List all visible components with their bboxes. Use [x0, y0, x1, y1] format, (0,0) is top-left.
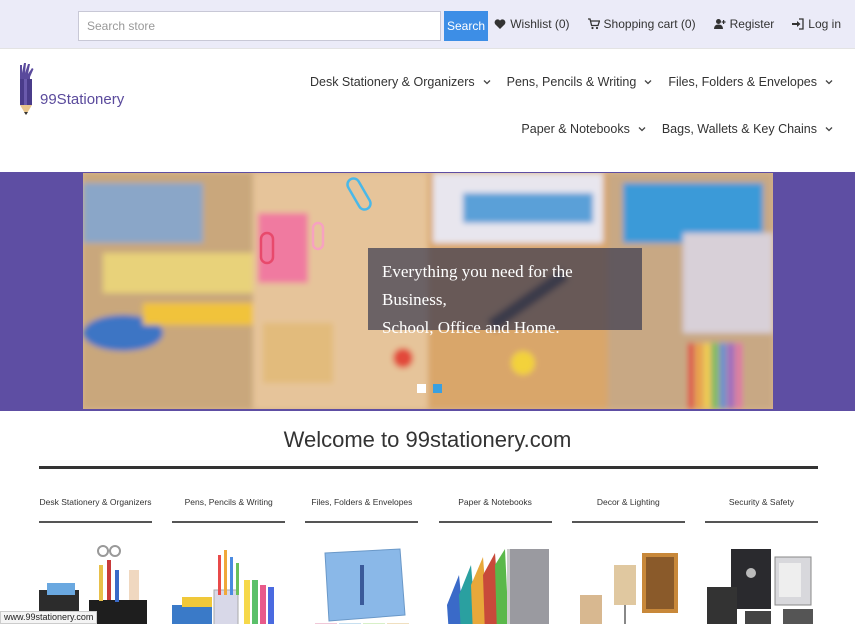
- nav-label: Pens, Pencils & Writing: [506, 75, 637, 89]
- nav-label: Files, Folders & Envelopes: [668, 75, 817, 89]
- category-label: Decor & Lighting: [596, 497, 660, 507]
- hero-caption-line-2: School, Office and Home.: [382, 318, 560, 337]
- nav-pens-pencils[interactable]: Pens, Pencils & Writing: [507, 75, 653, 89]
- cart-icon: [587, 18, 600, 30]
- nav-label: Desk Stationery & Organizers: [309, 75, 475, 89]
- logo[interactable]: 99Stationery: [16, 61, 124, 117]
- hero-image[interactable]: Everything you need for the Business, Sc…: [83, 173, 773, 409]
- sign-in-icon: [792, 18, 804, 30]
- category-divider: [172, 521, 286, 523]
- top-bar: Search Wishlist (0) Shopping cart (0) Re…: [0, 0, 855, 48]
- header-links: Wishlist (0) Shopping cart (0) Register …: [494, 17, 841, 31]
- nav-files-folders[interactable]: Files, Folders & Envelopes: [668, 75, 833, 89]
- chevron-down-icon: [638, 127, 646, 132]
- category-decor-lighting[interactable]: Decor & Lighting: [571, 497, 685, 624]
- nav-label: Paper & Notebooks: [521, 122, 630, 136]
- hero-caption: Everything you need for the Business, Sc…: [368, 248, 642, 337]
- category-desk-stationery[interactable]: Desk Stationery & Organizers: [39, 497, 152, 624]
- category-image[interactable]: [439, 545, 552, 624]
- category-label: Desk Stationery & Organizers: [39, 497, 152, 507]
- main-nav: Desk Stationery & Organizers Pens, Penci…: [273, 75, 833, 136]
- nav-bags-wallets[interactable]: Bags, Wallets & Key Chains: [662, 122, 833, 136]
- category-image[interactable]: [572, 545, 685, 624]
- category-security-safety[interactable]: Security & Safety: [704, 497, 818, 624]
- category-divider: [39, 521, 152, 523]
- slider-dot-2[interactable]: [433, 384, 442, 393]
- shopping-cart-link[interactable]: Shopping cart (0): [587, 17, 696, 31]
- chevron-down-icon: [644, 80, 652, 85]
- chevron-down-icon: [825, 80, 833, 85]
- wishlist-label: Wishlist (0): [510, 17, 570, 31]
- nav-desk-stationery[interactable]: Desk Stationery & Organizers: [310, 75, 491, 89]
- category-label: Pens, Pencils & Writing: [184, 497, 273, 507]
- search-input[interactable]: [78, 11, 441, 41]
- category-grid: Desk Stationery & Organizers Pens, Penci…: [39, 497, 818, 624]
- category-label: Paper & Notebooks: [458, 497, 532, 507]
- category-divider: [438, 521, 552, 523]
- status-bar-url: www.99stationery.com: [0, 611, 98, 624]
- slider-dot-1[interactable]: [417, 384, 426, 393]
- category-divider: [305, 521, 419, 523]
- welcome-heading: Welcome to 99stationery.com: [283, 427, 572, 452]
- pencil-hand-logo-icon: [20, 63, 34, 115]
- hero-slider: Everything you need for the Business, Sc…: [0, 172, 855, 411]
- category-label: Files, Folders & Envelopes: [311, 497, 413, 507]
- category-divider: [571, 521, 685, 523]
- register-link[interactable]: Register: [713, 17, 775, 31]
- category-files-folders[interactable]: Files, Folders & Envelopes: [305, 497, 419, 624]
- category-divider: [704, 521, 818, 523]
- welcome-divider: [39, 466, 818, 469]
- chevron-down-icon: [825, 127, 833, 132]
- user-plus-icon: [713, 19, 726, 29]
- login-label: Log in: [808, 17, 841, 31]
- category-image[interactable]: [305, 545, 418, 624]
- nav-label: Bags, Wallets & Key Chains: [661, 122, 817, 136]
- nav-paper-notebooks[interactable]: Paper & Notebooks: [521, 122, 646, 136]
- wishlist-link[interactable]: Wishlist (0): [494, 17, 570, 31]
- category-pens-pencils[interactable]: Pens, Pencils & Writing: [172, 497, 286, 624]
- heart-icon: [494, 19, 506, 29]
- login-link[interactable]: Log in: [792, 17, 841, 31]
- category-image[interactable]: [705, 545, 818, 624]
- site-header: 99Stationery Desk Stationery & Organizer…: [0, 48, 855, 172]
- register-label: Register: [729, 17, 775, 31]
- category-paper-notebooks[interactable]: Paper & Notebooks: [438, 497, 552, 624]
- search-button[interactable]: Search: [444, 11, 488, 41]
- cart-label: Shopping cart (0): [603, 17, 696, 31]
- hero-caption-line-1: Everything you need for the Business,: [382, 262, 573, 309]
- logo-text: 99Stationery: [40, 91, 125, 108]
- category-image[interactable]: [172, 545, 285, 624]
- category-label: Security & Safety: [728, 497, 795, 507]
- chevron-down-icon: [483, 80, 491, 85]
